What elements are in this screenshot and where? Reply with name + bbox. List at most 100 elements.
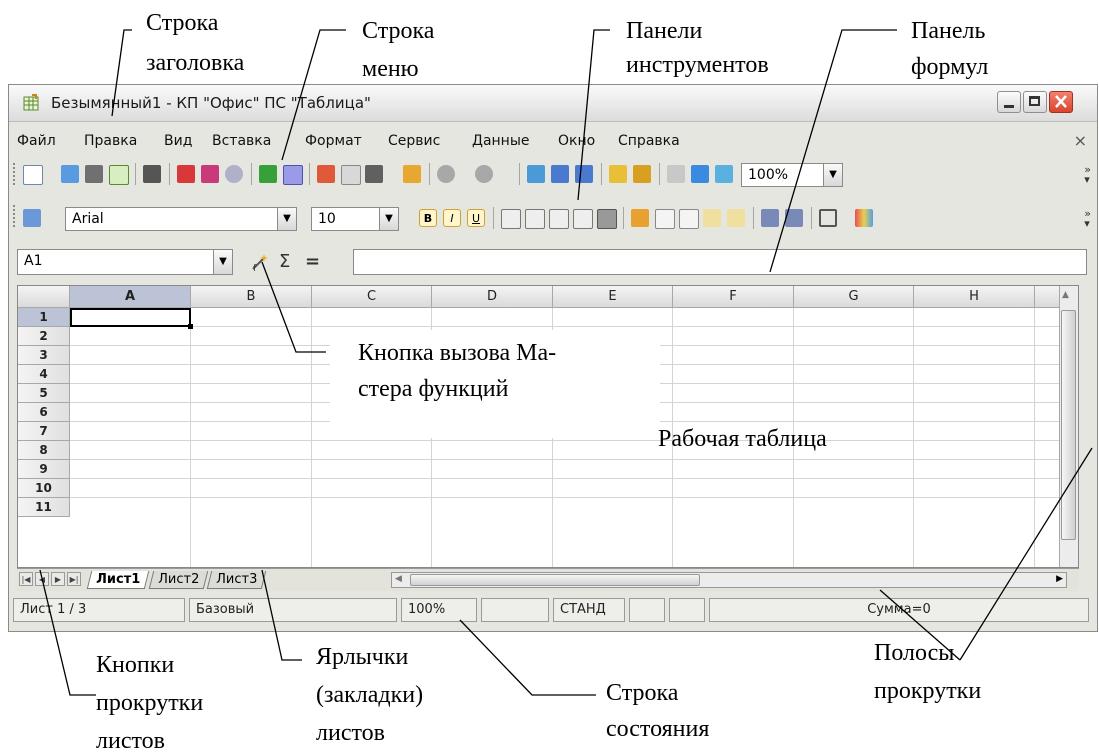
scroll-right-icon[interactable]: ▶ xyxy=(1056,574,1063,584)
row-header[interactable]: 9 xyxy=(18,460,70,479)
edit-mode-icon[interactable] xyxy=(109,165,129,185)
chevron-down-icon[interactable]: ▼ xyxy=(277,208,296,230)
chevron-down-icon[interactable]: ▼ xyxy=(823,164,842,186)
chart-icon[interactable] xyxy=(609,165,627,183)
row-header[interactable]: 4 xyxy=(18,365,70,384)
increase-indent-icon[interactable] xyxy=(785,209,803,227)
previous-sheet-icon[interactable]: ◀ xyxy=(35,572,49,586)
autospell-icon[interactable] xyxy=(283,165,303,185)
menu-edit[interactable]: Правка xyxy=(84,133,137,149)
save-icon[interactable] xyxy=(85,165,103,183)
clone-format-icon[interactable] xyxy=(403,165,421,183)
open-folder-icon[interactable] xyxy=(61,165,79,183)
last-sheet-icon[interactable]: ▶| xyxy=(67,572,81,586)
toolbar-grip[interactable] xyxy=(13,163,18,185)
chevron-down-icon[interactable]: ▼ xyxy=(379,208,398,230)
chevron-down-icon[interactable]: ▼ xyxy=(213,250,232,274)
gallery-icon[interactable] xyxy=(715,165,733,183)
sheet-tab[interactable]: Лист2 xyxy=(148,571,209,589)
menu-help[interactable]: Справка xyxy=(618,133,680,149)
status-page-style[interactable]: Базовый xyxy=(189,598,397,622)
active-cell[interactable] xyxy=(70,308,193,329)
menu-view[interactable]: Вид xyxy=(164,133,192,149)
print-icon[interactable] xyxy=(201,165,219,183)
row-header[interactable]: 1 xyxy=(18,308,70,327)
status-zoom[interactable]: 100% xyxy=(401,598,477,622)
percent-icon[interactable] xyxy=(655,209,675,229)
sort-ascending-icon[interactable] xyxy=(551,165,569,183)
column-header[interactable]: H xyxy=(914,286,1035,308)
vertical-scroll-thumb[interactable] xyxy=(1061,310,1076,540)
column-header[interactable]: A xyxy=(70,286,191,308)
cut-icon[interactable] xyxy=(317,165,335,183)
redo-icon[interactable] xyxy=(475,165,493,183)
first-sheet-icon[interactable]: |◀ xyxy=(19,572,33,586)
zoom-select[interactable]: 100% ▼ xyxy=(741,163,843,187)
export-pdf-icon[interactable] xyxy=(143,165,161,183)
pdf-icon[interactable] xyxy=(177,165,195,183)
menu-insert[interactable]: Вставка xyxy=(212,133,271,149)
standard-format-icon[interactable] xyxy=(679,209,699,229)
toolbar-overflow-icon[interactable]: » ▾ xyxy=(1084,208,1091,229)
row-header[interactable]: 3 xyxy=(18,346,70,365)
close-button[interactable] xyxy=(1049,91,1073,113)
italic-button[interactable]: I xyxy=(443,209,461,227)
menu-window[interactable]: Окно xyxy=(558,133,595,149)
font-size-select[interactable]: 10 ▼ xyxy=(311,207,399,231)
currency-icon[interactable] xyxy=(631,209,649,227)
underline-button[interactable]: U xyxy=(467,209,485,227)
menu-tools[interactable]: Сервис xyxy=(388,133,440,149)
merge-cells-icon[interactable] xyxy=(597,209,617,229)
column-header[interactable]: F xyxy=(673,286,794,308)
column-header[interactable]: E xyxy=(553,286,673,308)
column-header[interactable] xyxy=(1035,286,1061,308)
background-color-icon[interactable] xyxy=(855,209,873,227)
horizontal-scroll-thumb[interactable] xyxy=(410,574,700,586)
row-header[interactable]: 10 xyxy=(18,479,70,498)
align-left-icon[interactable] xyxy=(501,209,521,229)
hyperlink-icon[interactable] xyxy=(527,165,545,183)
row-header[interactable]: 8 xyxy=(18,441,70,460)
align-center-icon[interactable] xyxy=(525,209,545,229)
toolbar-overflow-icon[interactable]: » ▾ xyxy=(1084,164,1091,185)
sheet-tab[interactable]: Лист1 xyxy=(86,571,150,589)
function-icon[interactable]: = xyxy=(305,251,320,272)
row-header[interactable]: 11 xyxy=(18,498,70,517)
column-header[interactable]: C xyxy=(312,286,432,308)
function-wizard-icon[interactable]: f xyxy=(249,251,271,273)
row-header[interactable]: 6 xyxy=(18,403,70,422)
formula-input[interactable] xyxy=(353,249,1087,275)
column-header[interactable]: G xyxy=(794,286,914,308)
delete-decimal-icon[interactable] xyxy=(727,209,745,227)
fill-handle[interactable] xyxy=(188,324,193,329)
select-all-corner[interactable] xyxy=(18,286,70,308)
document-close-icon[interactable]: × xyxy=(1074,131,1087,150)
scroll-up-icon[interactable]: ▲ xyxy=(1062,290,1069,300)
name-box[interactable]: A1 ▼ xyxy=(17,249,233,275)
column-header[interactable]: B xyxy=(191,286,312,308)
draw-functions-icon[interactable] xyxy=(633,165,651,183)
next-sheet-icon[interactable]: ▶ xyxy=(51,572,65,586)
horizontal-scrollbar[interactable]: ◀ ▶ xyxy=(391,572,1067,588)
maximize-button[interactable] xyxy=(1023,91,1047,113)
find-icon[interactable] xyxy=(667,165,685,183)
add-decimal-icon[interactable] xyxy=(703,209,721,227)
paste-icon[interactable] xyxy=(365,165,383,183)
justify-icon[interactable] xyxy=(573,209,593,229)
menu-format[interactable]: Формат xyxy=(305,133,362,149)
undo-icon[interactable] xyxy=(437,165,455,183)
toolbar-grip[interactable] xyxy=(13,205,18,227)
vertical-scrollbar[interactable]: ▲ xyxy=(1059,286,1078,567)
column-header[interactable]: D xyxy=(432,286,553,308)
menu-file[interactable]: Файл xyxy=(17,133,56,149)
row-header[interactable]: 5 xyxy=(18,384,70,403)
spellcheck-icon[interactable] xyxy=(259,165,277,183)
new-document-icon[interactable] xyxy=(23,165,43,185)
sheet-tab[interactable]: Лист3 xyxy=(206,571,267,589)
sum-icon[interactable]: Σ xyxy=(279,251,290,272)
row-header[interactable]: 7 xyxy=(18,422,70,441)
font-name-select[interactable]: Arial ▼ xyxy=(65,207,297,231)
sort-descending-icon[interactable] xyxy=(575,165,593,183)
borders-icon[interactable] xyxy=(819,209,837,227)
minimize-button[interactable] xyxy=(997,91,1021,113)
